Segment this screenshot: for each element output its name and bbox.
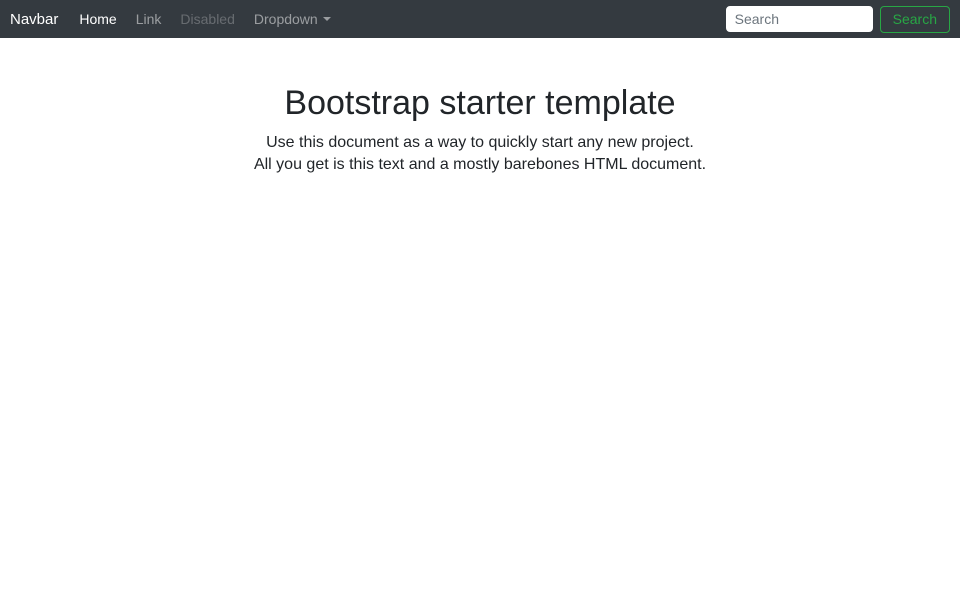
navbar-brand[interactable]: Navbar	[10, 11, 58, 28]
page-title: Bootstrap starter template	[284, 84, 676, 122]
main-content: Bootstrap starter template Use this docu…	[0, 38, 960, 175]
search-form: Search	[725, 5, 950, 33]
navbar: Navbar Home Link Disabled Dropdown Searc…	[0, 0, 960, 38]
lead-paragraph: Use this document as a way to quickly st…	[24, 132, 936, 175]
search-input[interactable]	[725, 6, 873, 32]
nav-item-link[interactable]: Link	[131, 11, 167, 27]
search-button[interactable]: Search	[879, 5, 950, 33]
nav-item-disabled: Disabled	[180, 11, 235, 27]
lead-line-2: All you get is this text and a mostly ba…	[253, 155, 707, 173]
navbar-nav: Home Link Disabled Dropdown	[74, 0, 344, 38]
nav-item-home[interactable]: Home	[74, 11, 121, 27]
nav-item-dropdown[interactable]: Dropdown	[249, 11, 336, 27]
lead-line-1: Use this document as a way to quickly st…	[266, 134, 694, 151]
caret-down-icon	[322, 17, 331, 21]
nav-item-dropdown-label: Dropdown	[253, 11, 318, 27]
